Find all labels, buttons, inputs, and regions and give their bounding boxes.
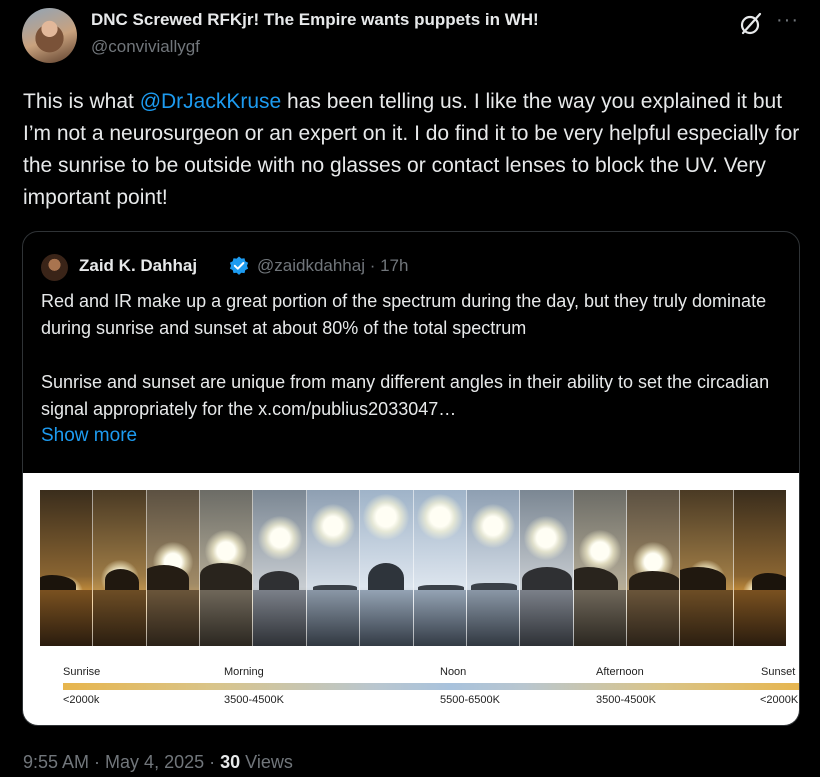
tweet-text: This is what @DrJackKruse has been telli…: [23, 86, 803, 214]
sky-panel: [200, 490, 254, 646]
sky-panel: [146, 490, 201, 646]
temp-label-sunrise: <2000k: [63, 694, 100, 706]
more-icon[interactable]: ···: [776, 9, 799, 32]
meta-separator: ·: [204, 752, 221, 772]
grok-icon[interactable]: [738, 11, 764, 37]
sky-panel: [733, 490, 787, 646]
tweet-date[interactable]: May 4, 2025: [105, 752, 204, 772]
time-label-morning: Morning: [224, 666, 264, 678]
quoted-paragraph-2: Sunrise and sunset are unique from many …: [41, 372, 770, 419]
time-label-sunset: Sunset: [761, 666, 796, 678]
sky-panel: [360, 490, 414, 646]
sun-spectrum-image[interactable]: Sunrise Morning Noon Afternoon Sunset <2…: [23, 473, 799, 725]
sky-panel: [93, 490, 147, 646]
quoted-author-handle-time[interactable]: @zaidkdahhaj · 17h: [257, 256, 408, 276]
color-temperature-labels: <2000k 3500-4500K 5500-6500K 3500-4500K …: [63, 694, 799, 710]
quoted-author-avatar[interactable]: [41, 254, 68, 281]
time-of-day-labels: Sunrise Morning Noon Afternoon Sunset: [63, 666, 799, 682]
sky-panel: [573, 490, 627, 646]
sky-panel: [306, 490, 361, 646]
tweet-meta: 9:55 AM · May 4, 2025 · 30 Views: [23, 752, 293, 773]
show-more-link[interactable]: Show more: [41, 425, 137, 447]
time-label-afternoon: Afternoon: [596, 666, 644, 678]
sky-panel: [40, 490, 94, 646]
temp-label-morning: 3500-4500K: [224, 694, 284, 706]
sky-panel: [520, 490, 574, 646]
temp-label-afternoon: 3500-4500K: [596, 694, 656, 706]
quoted-author-name[interactable]: Zaid K. Dahhaj: [79, 256, 197, 276]
views-label: Views: [240, 752, 293, 772]
mention-link[interactable]: @DrJackKruse: [140, 90, 282, 113]
quoted-tweet-text: Red and IR make up a great portion of th…: [41, 288, 786, 423]
temp-label-sunset: <2000K: [760, 694, 799, 706]
tweet-text-before: This is what: [23, 90, 140, 113]
quoted-tweet-card[interactable]: Zaid K. Dahhaj @zaidkdahhaj · 17h Red an…: [22, 231, 800, 726]
color-temperature-bar: [63, 683, 799, 690]
views-count: 30: [220, 752, 241, 772]
sky-panels-strip: [40, 490, 787, 646]
tweet-time[interactable]: 9:55 AM: [23, 752, 89, 772]
sky-panel: [626, 490, 681, 646]
time-label-noon: Noon: [440, 666, 467, 678]
author-name[interactable]: DNC Screwed RFKjr! The Empire wants pupp…: [91, 10, 539, 30]
author-avatar[interactable]: [22, 8, 77, 63]
time-label-sunrise: Sunrise: [63, 666, 101, 678]
sky-panel: [253, 490, 307, 646]
temp-label-noon: 5500-6500K: [440, 694, 500, 706]
sky-panel: [413, 490, 467, 646]
meta-separator: ·: [89, 752, 106, 772]
quoted-paragraph-1: Red and IR make up a great portion of th…: [41, 291, 767, 338]
verified-badge-icon: [229, 256, 249, 275]
sky-panel: [466, 490, 521, 646]
sky-panel: [680, 490, 734, 646]
author-handle[interactable]: @conviviallygf: [91, 37, 200, 57]
